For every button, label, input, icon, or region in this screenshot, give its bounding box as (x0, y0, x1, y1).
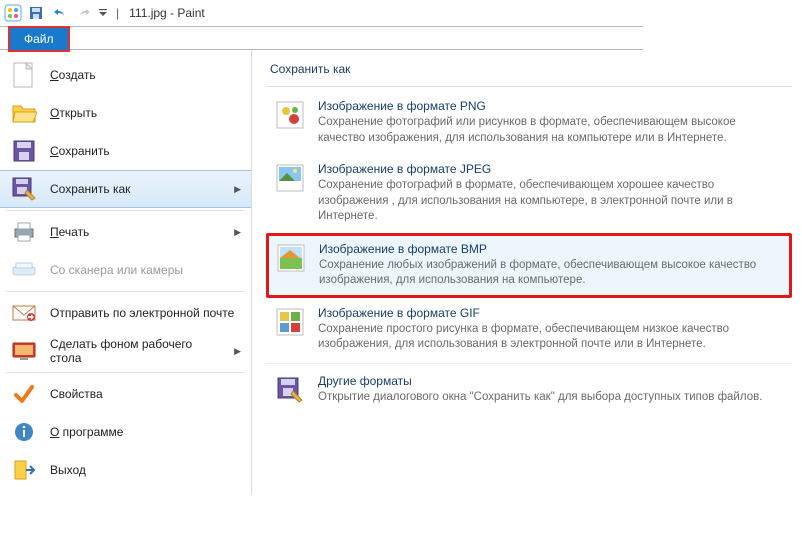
menu-item-scanner: Со сканера или камеры (0, 251, 251, 289)
save-as-submenu: Сохранить как Изображение в формате PNG … (252, 50, 802, 495)
format-title: Изображение в формате BMP (319, 242, 783, 256)
format-desc: Сохранение простого рисунка в формате, о… (318, 322, 784, 353)
menu-item-open[interactable]: Открыть (0, 94, 251, 132)
qat-redo-button[interactable] (74, 3, 94, 23)
file-tab-label: Файл (24, 32, 54, 46)
menu-item-label: Сохранить как (50, 182, 222, 196)
format-desc: Сохранение фотографий или рисунков в фор… (318, 115, 784, 146)
file-tab[interactable]: Файл (8, 26, 70, 52)
menu-item-save-as[interactable]: Сохранить как ▶ (0, 170, 251, 208)
submenu-divider (266, 363, 792, 364)
format-title: Изображение в формате JPEG (318, 162, 784, 176)
checkmark-icon (10, 380, 38, 408)
format-desc: Открытие диалогового окна "Сохранить как… (318, 390, 784, 406)
menu-item-label: Создать (50, 68, 241, 82)
new-document-icon (10, 61, 38, 89)
menu-item-properties[interactable]: Свойства (0, 375, 251, 413)
titlebar-separator: | (116, 6, 119, 20)
qat-customize-dropdown[interactable] (98, 3, 108, 23)
printer-icon (10, 218, 38, 246)
save-icon (10, 137, 38, 165)
qat-save-button[interactable] (26, 3, 46, 23)
jpeg-format-icon (274, 162, 306, 194)
save-as-icon (10, 175, 38, 203)
menu-item-label: Открыть (50, 106, 241, 120)
menu-item-label: Свойства (50, 387, 241, 401)
format-title: Другие форматы (318, 374, 784, 388)
open-folder-icon (10, 99, 38, 127)
email-icon (10, 299, 38, 327)
format-title: Изображение в формате PNG (318, 99, 784, 113)
ribbon-tab-row: Файл (0, 26, 643, 50)
save-as-jpeg[interactable]: Изображение в формате JPEG Сохранение фо… (266, 154, 792, 233)
menu-item-label: Сделать фоном рабочего стола (50, 337, 222, 365)
submenu-arrow-icon: ▶ (234, 227, 241, 238)
menu-item-label: Сохранить (50, 144, 241, 158)
menu-item-email[interactable]: Отправить по электронной почте (0, 294, 251, 332)
menu-item-wallpaper[interactable]: Сделать фоном рабочего стола ▶ (0, 332, 251, 370)
format-desc: Сохранение любых изображений в формате, … (319, 258, 783, 289)
info-icon (10, 418, 38, 446)
submenu-header: Сохранить как (266, 56, 792, 87)
bmp-format-icon (275, 242, 307, 274)
wallpaper-icon (10, 337, 38, 365)
menu-separator (6, 291, 245, 292)
save-as-bmp[interactable]: Изображение в формате BMP Сохранение люб… (266, 233, 792, 298)
menu-item-label: Выход (50, 463, 241, 477)
window-title: 111.jpg - Paint (129, 6, 205, 20)
other-formats-icon (274, 374, 306, 406)
file-menu: Создать Открыть Сохранить Сохранить как … (0, 50, 802, 495)
menu-item-label: Со сканера или камеры (50, 263, 241, 277)
paint-app-icon (4, 4, 22, 22)
menu-item-save[interactable]: Сохранить (0, 132, 251, 170)
format-desc: Сохранение фотографий в формате, обеспеч… (318, 178, 784, 225)
menu-separator (6, 210, 245, 211)
menu-item-new[interactable]: Создать (0, 56, 251, 94)
exit-icon (10, 456, 38, 484)
menu-item-label: О программе (50, 425, 241, 439)
menu-item-label: Печать (50, 225, 222, 239)
qat-undo-button[interactable] (50, 3, 70, 23)
png-format-icon (274, 99, 306, 131)
save-as-other-formats[interactable]: Другие форматы Открытие диалогового окна… (266, 366, 792, 414)
gif-format-icon (274, 306, 306, 338)
save-as-png[interactable]: Изображение в формате PNG Сохранение фот… (266, 91, 792, 154)
scanner-icon (10, 256, 38, 284)
submenu-arrow-icon: ▶ (234, 346, 241, 357)
format-title: Изображение в формате GIF (318, 306, 784, 320)
file-menu-left: Создать Открыть Сохранить Сохранить как … (0, 50, 252, 495)
menu-item-print[interactable]: Печать ▶ (0, 213, 251, 251)
menu-separator (6, 372, 245, 373)
menu-item-about[interactable]: О программе (0, 413, 251, 451)
save-as-gif[interactable]: Изображение в формате GIF Сохранение про… (266, 298, 792, 361)
titlebar: | 111.jpg - Paint (0, 0, 802, 26)
menu-item-label: Отправить по электронной почте (50, 306, 241, 320)
submenu-arrow-icon: ▶ (234, 184, 241, 195)
ribbon-empty (70, 27, 643, 49)
menu-item-exit[interactable]: Выход (0, 451, 251, 489)
